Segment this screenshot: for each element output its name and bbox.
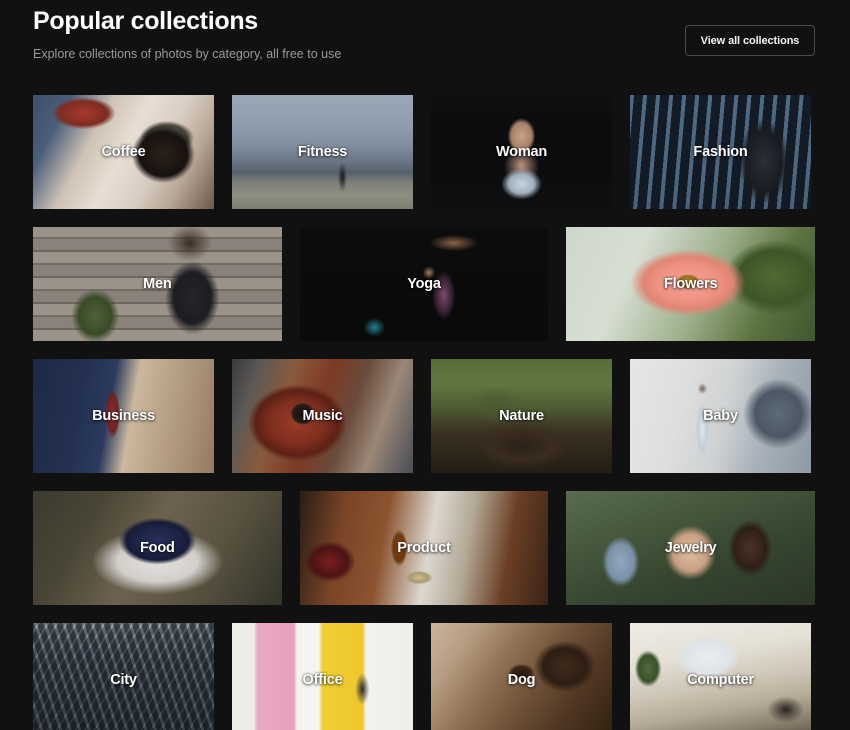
- collection-card-business[interactable]: Business: [33, 359, 214, 473]
- collection-photo: [232, 623, 413, 730]
- collection-card-dog[interactable]: Dog: [431, 623, 612, 730]
- collection-card-yoga[interactable]: Yoga: [299, 227, 549, 341]
- collection-card-fitness[interactable]: Fitness: [232, 95, 413, 209]
- page-header: Popular collections Explore collections …: [33, 0, 815, 88]
- collections-row: Food Product Jewelry: [33, 491, 815, 605]
- collection-photo: [630, 359, 811, 473]
- collection-photo: [299, 491, 549, 605]
- collection-photo: [33, 623, 214, 730]
- collection-card-jewelry[interactable]: Jewelry: [566, 491, 815, 605]
- collection-card-city[interactable]: City: [33, 623, 214, 730]
- collection-photo: [232, 359, 413, 473]
- collections-grid: Coffee Fitness Woman Fashion Men Yoga Fl…: [33, 95, 815, 730]
- collection-photo: [566, 227, 815, 341]
- collection-card-baby[interactable]: Baby: [630, 359, 811, 473]
- collection-photo: [33, 227, 282, 341]
- collection-photo: [33, 359, 214, 473]
- collection-card-woman[interactable]: Woman: [431, 95, 612, 209]
- collections-row: Men Yoga Flowers: [33, 227, 815, 341]
- collection-card-nature[interactable]: Nature: [431, 359, 612, 473]
- collection-card-coffee[interactable]: Coffee: [33, 95, 214, 209]
- collection-card-men[interactable]: Men: [33, 227, 282, 341]
- collection-card-flowers[interactable]: Flowers: [566, 227, 815, 341]
- popular-collections-page: Popular collections Explore collections …: [0, 0, 850, 730]
- collection-photo: [232, 95, 413, 209]
- collections-row: Business Music Nature Baby: [33, 359, 815, 473]
- page-title: Popular collections: [33, 7, 258, 35]
- collection-card-product[interactable]: Product: [299, 491, 549, 605]
- collection-photo: [33, 491, 282, 605]
- view-all-collections-button[interactable]: View all collections: [685, 25, 815, 56]
- collection-photo: [431, 623, 612, 730]
- collection-photo: [566, 491, 815, 605]
- collections-row: City Office Dog Computer: [33, 623, 815, 730]
- collection-photo: [630, 95, 811, 209]
- collection-card-food[interactable]: Food: [33, 491, 282, 605]
- collection-photo: [299, 227, 549, 341]
- collections-row: Coffee Fitness Woman Fashion: [33, 95, 815, 209]
- collection-card-office[interactable]: Office: [232, 623, 413, 730]
- page-subtitle: Explore collections of photos by categor…: [33, 47, 342, 61]
- collection-card-computer[interactable]: Computer: [630, 623, 811, 730]
- collection-photo: [33, 95, 214, 209]
- collection-card-fashion[interactable]: Fashion: [630, 95, 811, 209]
- collection-photo: [630, 623, 811, 730]
- collection-card-music[interactable]: Music: [232, 359, 413, 473]
- collection-photo: [431, 359, 612, 473]
- collection-photo: [431, 95, 612, 209]
